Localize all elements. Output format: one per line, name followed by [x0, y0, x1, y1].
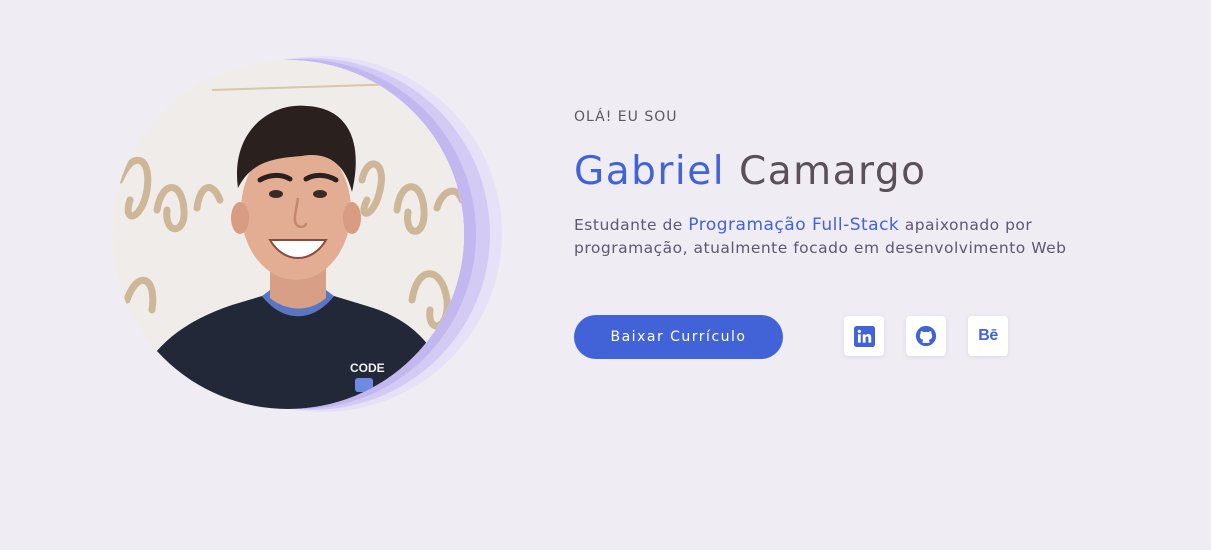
linkedin-icon — [853, 325, 875, 347]
profile-photo-section: CODE — [112, 56, 512, 416]
first-name: Gabriel — [574, 149, 726, 194]
last-name: Camargo — [738, 149, 927, 194]
linkedin-link[interactable] — [844, 316, 884, 356]
bio-prefix: Estudante de — [574, 216, 689, 234]
behance-icon: Bē — [978, 327, 998, 344]
profile-photo: CODE — [112, 60, 464, 409]
svg-text:CODE: CODE — [350, 361, 385, 375]
download-cv-button[interactable]: Baixar Currículo — [574, 315, 783, 359]
bio-text: Estudante de Programação Full-Stack apai… — [574, 214, 1074, 259]
greeting-text: OLÁ! EU SOU — [574, 109, 678, 125]
github-link[interactable] — [906, 316, 946, 356]
page-title: Gabriel Camargo — [574, 146, 1094, 198]
behance-link[interactable]: Bē — [968, 316, 1008, 356]
bio-highlight: Programação Full-Stack — [688, 215, 900, 235]
github-icon — [915, 325, 937, 347]
cta-row: Baixar Currículo Bē — [574, 315, 1034, 359]
intro-section: OLÁ! EU SOU Gabriel Camargo Estudante de… — [574, 106, 1094, 259]
